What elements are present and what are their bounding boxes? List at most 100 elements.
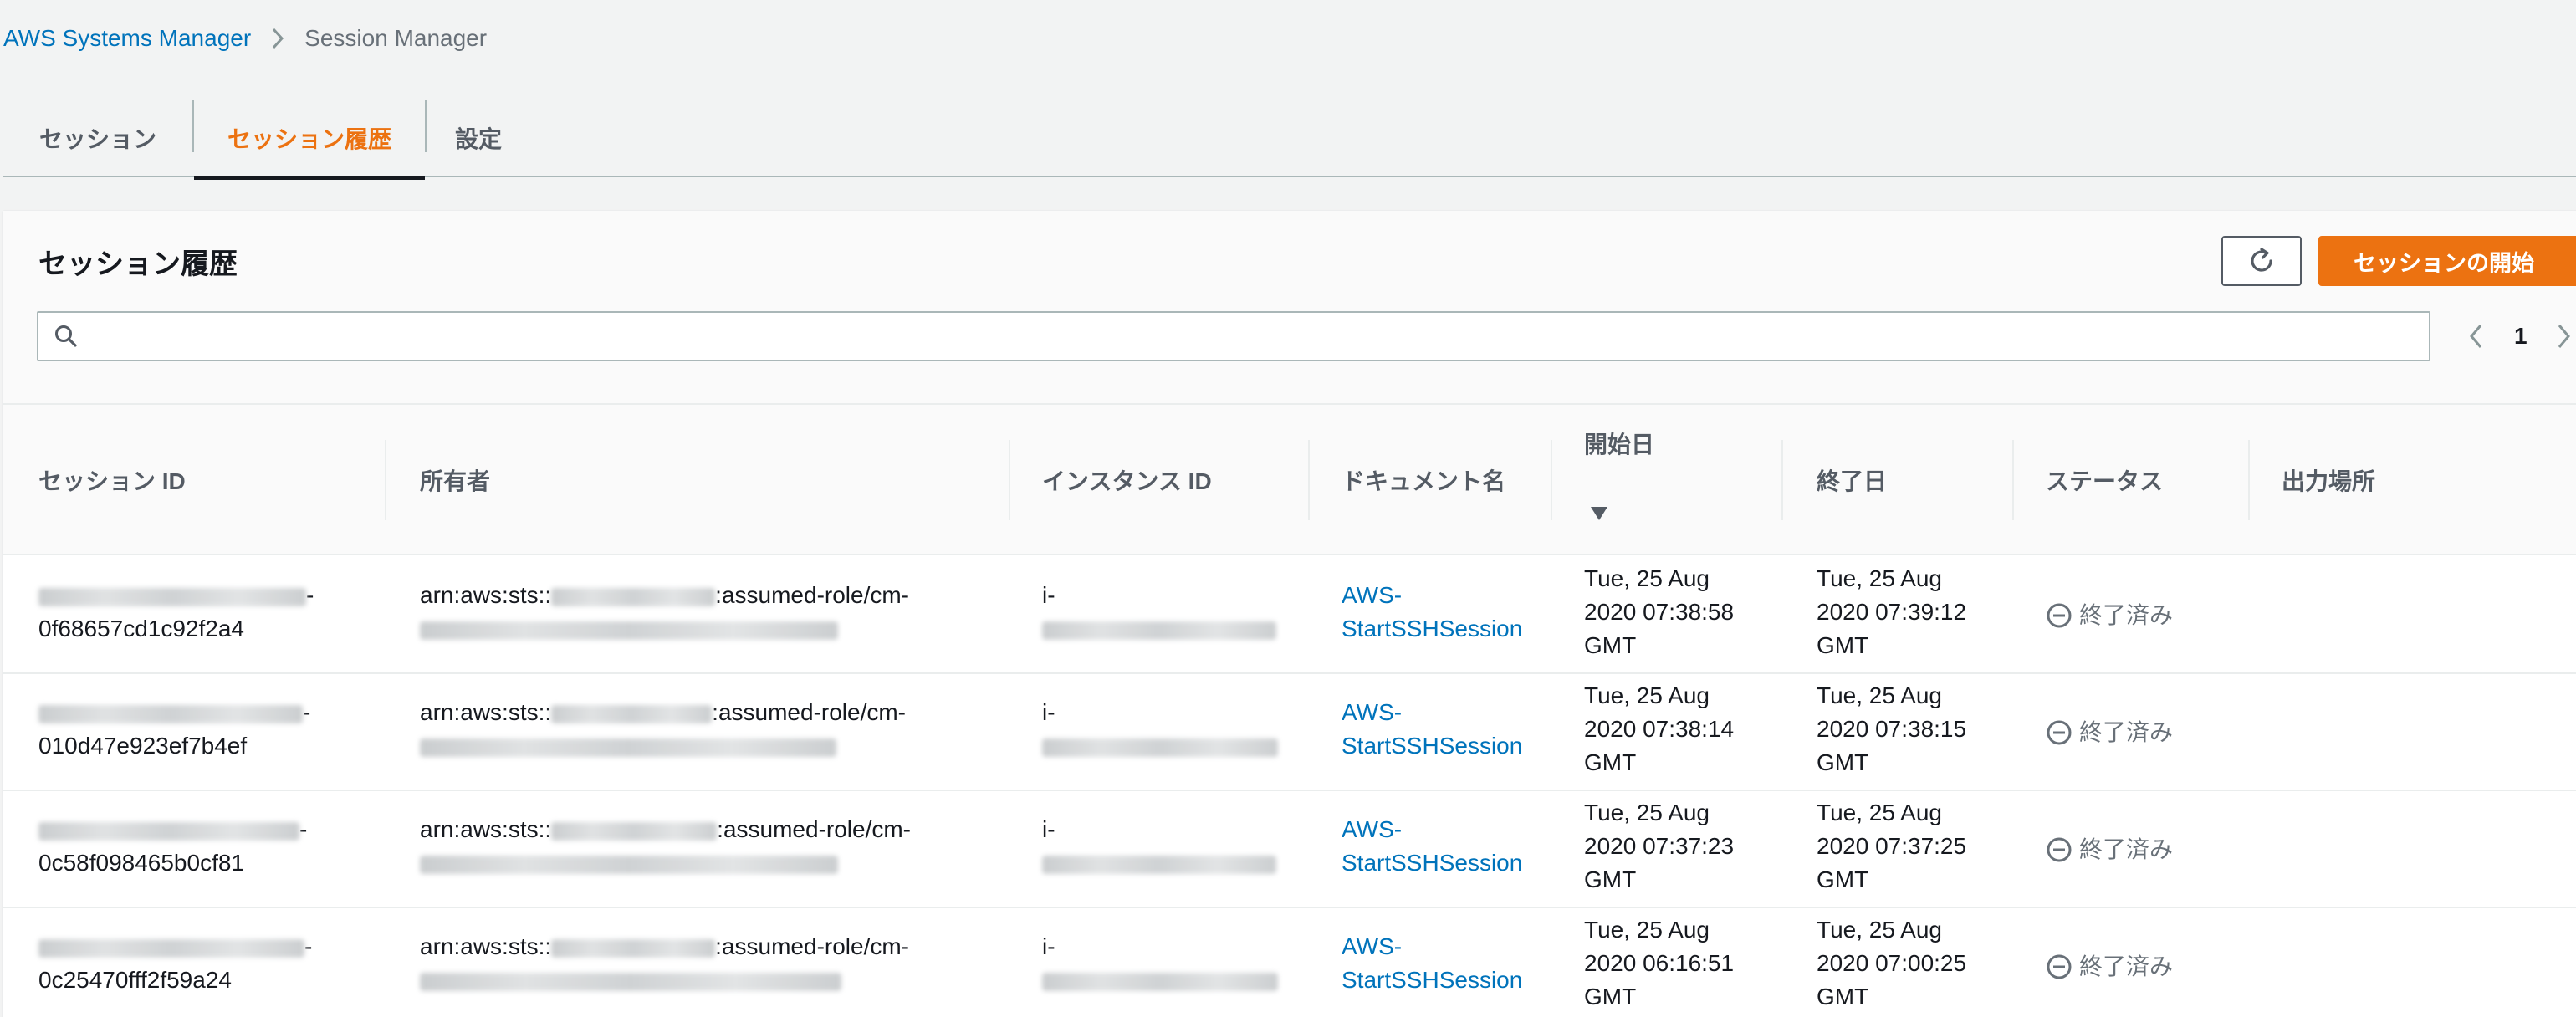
column-divider[interactable]: [1308, 440, 1310, 520]
column-header-start-date[interactable]: 開始日: [1584, 405, 1654, 555]
end-date-line: 2020 07:37:25: [1817, 833, 1967, 859]
end-date-line: GMT: [1817, 984, 1869, 1009]
end-date-line: GMT: [1817, 866, 1869, 892]
table-row[interactable]: - 010d47e923ef7b4ef arn:aws:sts:::assume…: [3, 674, 2576, 791]
instance-id-prefix: i-: [1042, 582, 1055, 608]
session-id-suffix: 010d47e923ef7b4ef: [38, 733, 248, 759]
column-header-session-id[interactable]: セッション ID: [38, 405, 186, 555]
end-date-line: Tue, 25 Aug: [1817, 800, 1942, 825]
owner-role: :assumed-role/cm-: [717, 816, 912, 842]
instance-id-cell: i-: [1042, 813, 1276, 880]
page-number[interactable]: 1: [2514, 323, 2527, 350]
terminated-status-icon: [2046, 836, 2079, 863]
owner-role: :assumed-role/cm-: [715, 933, 910, 959]
status-badge: 終了済み: [2046, 833, 2173, 866]
chevron-right-icon[interactable]: [2548, 311, 2576, 361]
refresh-button[interactable]: [2221, 236, 2302, 286]
search-icon: [54, 324, 79, 349]
sort-descending-icon[interactable]: [1589, 505, 1609, 526]
owner-cell: arn:aws:sts:::assumed-role/cm-: [420, 579, 909, 646]
column-header-owner[interactable]: 所有者: [420, 405, 490, 555]
redacted-text: [420, 855, 838, 874]
redacted-text: [551, 938, 716, 958]
owner-prefix: arn:aws:sts::: [420, 582, 552, 608]
instance-id-prefix: i-: [1042, 816, 1055, 842]
status-badge: 終了済み: [2046, 599, 2173, 632]
column-divider[interactable]: [385, 440, 386, 520]
pagination: 1: [2459, 311, 2576, 361]
redacted-text: [420, 738, 836, 757]
status-text: 終了済み: [2079, 719, 2174, 745]
session-id-cell: - 0c58f098465b0cf81: [38, 813, 307, 880]
session-id-suffix: 0f68657cd1c92f2a4: [38, 616, 244, 641]
document-name-line: AWS-: [1342, 582, 1403, 608]
tab-preferences[interactable]: 設定: [427, 99, 530, 177]
start-date-line: 2020 07:38:14: [1584, 716, 1735, 742]
chevron-right-icon: [271, 27, 284, 50]
start-date-line: 2020 07:37:23: [1584, 833, 1735, 859]
breadcrumb-current: Session Manager: [304, 25, 488, 51]
status-badge: 終了済み: [2046, 716, 2173, 749]
column-divider[interactable]: [2248, 440, 2250, 520]
owner-cell: arn:aws:sts:::assumed-role/cm-: [420, 813, 911, 880]
column-header-document-name[interactable]: ドキュメント名: [1342, 405, 1505, 555]
chevron-left-icon[interactable]: [2459, 311, 2492, 361]
owner-cell: arn:aws:sts:::assumed-role/cm-: [420, 930, 909, 997]
end-date-line: Tue, 25 Aug: [1817, 917, 1942, 943]
session-history-panel: セッション履歴 セッションの開始 1 セッション ID 所有者 インスタンス I…: [3, 211, 2576, 1017]
tab-bar: セッション セッション履歴 設定: [3, 99, 2576, 180]
status-text: 終了済み: [2079, 953, 2174, 979]
search-field[interactable]: [37, 311, 2430, 361]
instance-id-cell: i-: [1042, 930, 1278, 997]
end-date-line: 2020 07:39:12: [1817, 599, 1967, 625]
column-header-status[interactable]: ステータス: [2046, 405, 2163, 555]
table-row[interactable]: - 0c25470fff2f59a24 arn:aws:sts:::assume…: [3, 908, 2576, 1017]
redacted-text: [1042, 738, 1278, 757]
end-date-cell: Tue, 25 Aug 2020 07:39:12 GMT: [1817, 562, 1966, 662]
document-name-line: AWS-: [1342, 933, 1403, 959]
document-name-link[interactable]: AWS- StartSSHSession: [1342, 579, 1522, 646]
start-session-button[interactable]: セッションの開始: [2318, 236, 2576, 286]
owner-cell: arn:aws:sts:::assumed-role/cm-: [420, 696, 906, 763]
start-date-line: 2020 06:16:51: [1584, 950, 1735, 976]
document-name-link[interactable]: AWS- StartSSHSession: [1342, 813, 1522, 880]
redacted-text: [38, 704, 303, 723]
start-date-cell: Tue, 25 Aug 2020 07:38:58 GMT: [1584, 562, 1734, 662]
start-date-cell: Tue, 25 Aug 2020 07:37:23 GMT: [1584, 796, 1734, 897]
column-divider[interactable]: [1781, 440, 1783, 520]
start-date-line: 2020 07:38:58: [1584, 599, 1735, 625]
tab-sessions[interactable]: セッション: [3, 99, 192, 177]
owner-role: :assumed-role/cm-: [715, 582, 910, 608]
redacted-text: [420, 621, 838, 640]
start-date-line: GMT: [1584, 749, 1637, 775]
table-row[interactable]: - 0c58f098465b0cf81 arn:aws:sts:::assume…: [3, 791, 2576, 908]
search-input[interactable]: [90, 313, 2429, 360]
document-name-line: AWS-: [1342, 816, 1403, 842]
column-divider[interactable]: [2012, 440, 2014, 520]
redacted-text: [38, 938, 304, 958]
redacted-text: [551, 704, 713, 723]
terminated-status-icon: [2046, 953, 2079, 980]
document-name-line: StartSSHSession: [1342, 616, 1523, 641]
breadcrumb-service-link[interactable]: AWS Systems Manager: [3, 25, 251, 52]
end-date-cell: Tue, 25 Aug 2020 07:37:25 GMT: [1817, 796, 1966, 897]
start-date-line: Tue, 25 Aug: [1584, 917, 1710, 943]
document-name-link[interactable]: AWS- StartSSHSession: [1342, 696, 1522, 763]
session-id-suffix: 0c58f098465b0cf81: [38, 850, 244, 876]
column-divider[interactable]: [1551, 440, 1552, 520]
panel-title: セッション履歴: [38, 248, 238, 280]
document-name-link[interactable]: AWS- StartSSHSession: [1342, 930, 1522, 997]
start-date-cell: Tue, 25 Aug 2020 07:38:14 GMT: [1584, 679, 1734, 779]
column-header-instance-id[interactable]: インスタンス ID: [1042, 405, 1212, 555]
table-header: セッション ID 所有者 インスタンス ID ドキュメント名 開始日 終了日 ス…: [3, 405, 2576, 555]
column-header-output-location[interactable]: 出力場所: [2282, 405, 2375, 555]
redacted-text: [1042, 855, 1276, 874]
column-header-end-date[interactable]: 終了日: [1817, 405, 1887, 555]
tab-session-history[interactable]: セッション履歴: [194, 99, 425, 180]
document-name-line: StartSSHSession: [1342, 733, 1523, 759]
redacted-text: [420, 972, 841, 991]
column-divider[interactable]: [1009, 440, 1010, 520]
start-date-line: Tue, 25 Aug: [1584, 800, 1710, 825]
table-row[interactable]: - 0f68657cd1c92f2a4 arn:aws:sts:::assume…: [3, 557, 2576, 674]
redacted-text: [38, 821, 299, 841]
